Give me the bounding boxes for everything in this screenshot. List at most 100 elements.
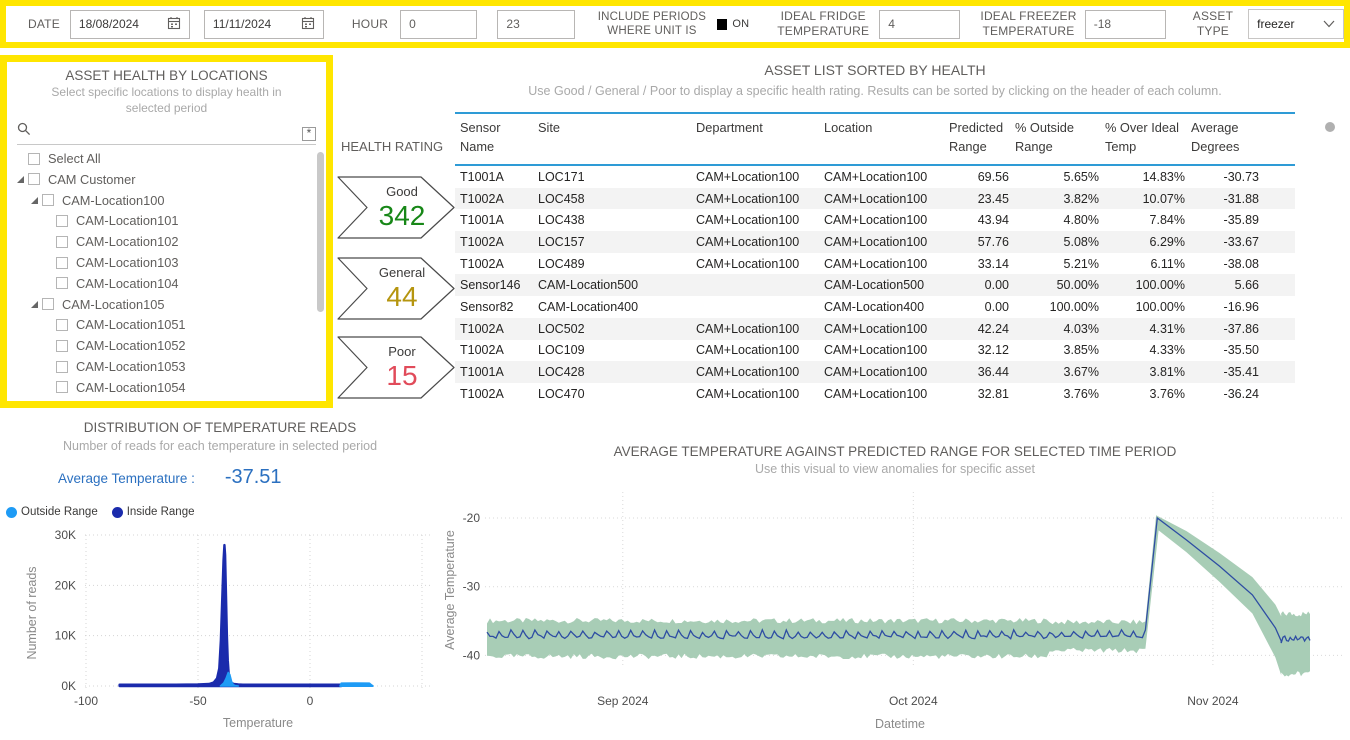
table-row[interactable]: T1002ALOC470CAM+Location100CAM+Location1… <box>455 383 1295 405</box>
table-cell: 4.03% <box>1015 322 1105 336</box>
health-rating-count: 342 <box>367 200 437 232</box>
tree-item[interactable]: CAM-Location103 <box>7 252 326 273</box>
table-cell: LOC109 <box>538 343 696 357</box>
column-header[interactable]: Location <box>824 119 949 160</box>
column-header[interactable]: Sensor Name <box>460 119 538 160</box>
checkbox-icon[interactable] <box>56 215 68 227</box>
health-rating-filter[interactable]: General 44 <box>337 257 456 320</box>
range-chart-title: AVERAGE TEMPERATURE AGAINST PREDICTED RA… <box>440 444 1350 459</box>
column-header[interactable]: Department <box>696 119 824 160</box>
table-cell: -38.08 <box>1191 257 1265 271</box>
checkbox-icon[interactable] <box>42 298 54 310</box>
svg-text:Number of reads: Number of reads <box>25 566 39 659</box>
table-row[interactable]: T1001ALOC171CAM+Location100CAM+Location1… <box>455 166 1295 188</box>
expand-icon[interactable] <box>17 176 24 183</box>
date-from-input[interactable]: 18/08/2024 <box>70 10 190 39</box>
toggle-icon[interactable] <box>717 19 727 30</box>
table-cell: LOC428 <box>538 365 696 379</box>
ideal-freezer-input[interactable]: -18 <box>1085 10 1166 39</box>
table-row[interactable]: T1002ALOC502CAM+Location100CAM+Location1… <box>455 318 1295 340</box>
tree-item[interactable]: CAM-Location1052 <box>7 335 326 356</box>
ideal-freezer-value: -18 <box>1094 17 1157 31</box>
table-row[interactable]: T1001ALOC428CAM+Location100CAM+Location1… <box>455 361 1295 383</box>
asset-type-label: ASSET TYPE <box>1190 9 1236 39</box>
legend-item[interactable]: Inside Range <box>112 506 195 518</box>
column-header[interactable]: Site <box>538 119 696 160</box>
checkbox-icon[interactable] <box>56 340 68 352</box>
checkbox-icon[interactable] <box>56 257 68 269</box>
tree-item[interactable] <box>7 398 326 402</box>
column-header[interactable]: % Over Ideal Temp <box>1105 119 1191 160</box>
table-row[interactable]: T1002ALOC157CAM+Location100CAM+Location1… <box>455 231 1295 253</box>
table-cell: 6.11% <box>1105 257 1191 271</box>
tree-item[interactable]: CAM-Location105 <box>7 294 326 315</box>
table-cell: 100.00% <box>1015 300 1105 314</box>
table-cell: 43.94 <box>949 213 1015 227</box>
table-cell: Sensor146 <box>460 278 538 292</box>
checkbox-icon[interactable] <box>42 194 54 206</box>
table-cell: T1002A <box>460 387 538 401</box>
tree-item[interactable]: CAM-Location1051 <box>7 315 326 336</box>
search-icon <box>17 122 31 141</box>
column-header[interactable]: Predicted Range <box>949 119 1015 160</box>
ideal-fridge-value: 4 <box>888 17 951 31</box>
table-row[interactable]: Sensor146CAM-Location500CAM-Location5000… <box>455 274 1295 296</box>
chevron-down-icon <box>1323 17 1335 31</box>
checkbox-icon[interactable] <box>56 277 68 289</box>
ideal-fridge-label: IDEAL FRIDGE TEMPERATURE <box>777 9 869 39</box>
table-cell: CAM-Location400 <box>538 300 696 314</box>
health-rating-filter[interactable]: Poor 15 <box>337 336 456 399</box>
tree-item[interactable]: CAM-Location104 <box>7 273 326 294</box>
table-row[interactable]: T1001ALOC438CAM+Location100CAM+Location1… <box>455 209 1295 231</box>
table-row[interactable]: T1002ALOC458CAM+Location100CAM+Location1… <box>455 188 1295 210</box>
table-cell: T1001A <box>460 213 538 227</box>
checkbox-icon[interactable] <box>56 236 68 248</box>
table-cell: LOC458 <box>538 192 696 206</box>
checkbox-icon[interactable] <box>56 361 68 373</box>
tree-item[interactable]: CAM Customer <box>7 169 326 190</box>
calendar-icon[interactable] <box>301 16 315 33</box>
checkbox-icon[interactable] <box>28 153 40 165</box>
health-rating-filter[interactable]: Good 342 <box>337 176 456 239</box>
asset-type-dropdown[interactable]: freezer <box>1248 9 1344 39</box>
expand-icon[interactable] <box>31 197 38 204</box>
ideal-fridge-input[interactable]: 4 <box>879 10 960 39</box>
tree-item-label: CAM-Location103 <box>76 255 178 270</box>
tree-item[interactable]: CAM-Location102 <box>7 231 326 252</box>
table-row[interactable]: T1002ALOC109CAM+Location100CAM+Location1… <box>455 340 1295 362</box>
table-cell: 10.07% <box>1105 192 1191 206</box>
tree-item[interactable]: CAM-Location1053 <box>7 356 326 377</box>
table-row[interactable]: Sensor82CAM-Location400CAM-Location4000.… <box>455 296 1295 318</box>
calendar-icon[interactable] <box>167 16 181 33</box>
table-cell: CAM+Location100 <box>696 170 824 184</box>
table-cell: 5.66 <box>1191 278 1265 292</box>
health-rating-name: Good <box>367 184 437 199</box>
table-cell: -36.24 <box>1191 387 1265 401</box>
include-periods-label: INCLUDE PERIODS WHERE UNIT IS <box>591 10 713 39</box>
checkbox-icon[interactable] <box>28 173 40 185</box>
legend-item[interactable]: Outside Range <box>6 506 98 518</box>
table-body: T1001ALOC171CAM+Location100CAM+Location1… <box>455 166 1295 405</box>
tree-item[interactable]: CAM-Location101 <box>7 211 326 232</box>
table-cell: CAM+Location100 <box>824 257 949 271</box>
table-scrollbar-thumb[interactable] <box>1325 122 1335 132</box>
tree-item[interactable]: CAM-Location100 <box>7 190 326 211</box>
tree-item[interactable]: CAM-Location1054 <box>7 377 326 398</box>
expand-icon[interactable] <box>31 301 38 308</box>
date-from-value: 18/08/2024 <box>79 17 167 31</box>
tree-scrollbar[interactable] <box>317 152 324 312</box>
column-header[interactable]: % Outside Range <box>1015 119 1105 160</box>
expand-all-icon[interactable]: * <box>302 127 316 141</box>
search-input[interactable] <box>37 125 302 141</box>
column-header[interactable]: Average Degrees <box>1191 119 1265 160</box>
table-row[interactable]: T1002ALOC489CAM+Location100CAM+Location1… <box>455 253 1295 275</box>
date-to-input[interactable]: 11/11/2024 <box>204 10 324 39</box>
tree-item[interactable]: Select All <box>7 148 326 169</box>
table-cell: 7.84% <box>1105 213 1191 227</box>
hour-to-input[interactable]: 23 <box>497 10 574 39</box>
tree-item-label: CAM Customer <box>48 172 135 187</box>
hour-from-input[interactable]: 0 <box>400 10 477 39</box>
table-cell: T1002A <box>460 322 538 336</box>
checkbox-icon[interactable] <box>56 319 68 331</box>
checkbox-icon[interactable] <box>56 381 68 393</box>
